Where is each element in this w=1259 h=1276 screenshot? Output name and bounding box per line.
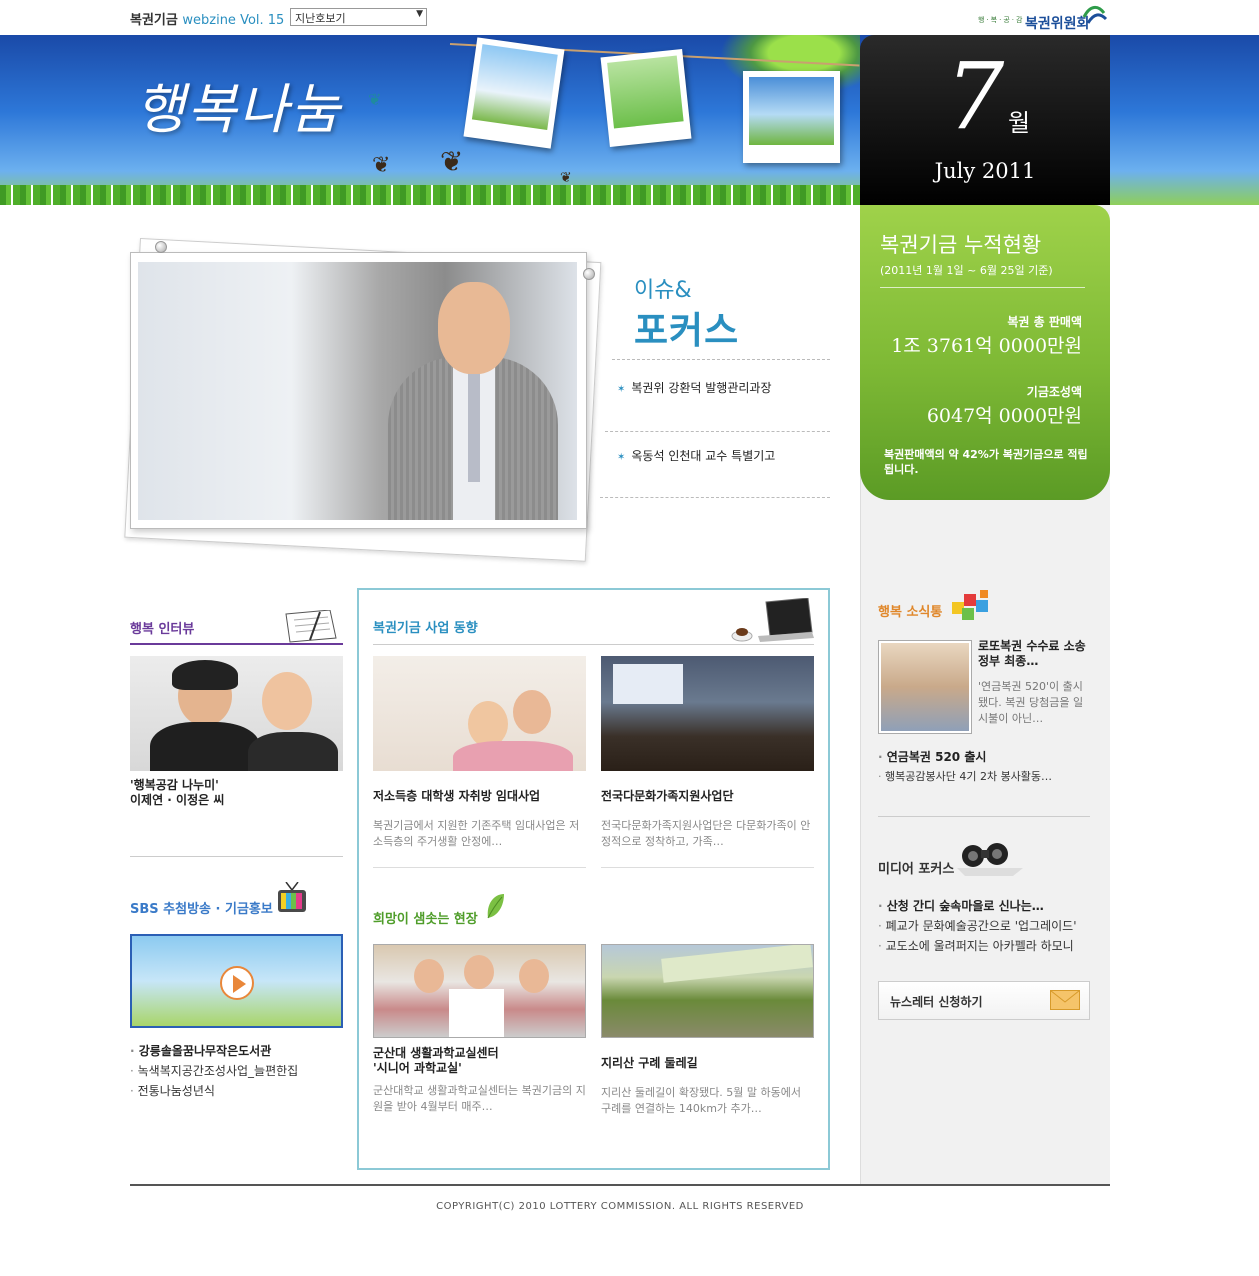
news-description: '연금복권 520'이 출시됐다. 복권 당첨금을 일시불이 아닌… [978, 680, 1084, 725]
hope-section-title[interactable]: 희망이 샘솟는 현장 [373, 908, 478, 927]
hope-item-desc: 군산대학교 생활과학교실센터는 복권기금의 지원을 받아 4월부터 매주… [373, 1084, 586, 1113]
business-item-title[interactable]: 저소득층 대학생 자취방 임대사업 [373, 787, 540, 804]
divider [601, 867, 814, 868]
brand-label: 복권기금 [130, 13, 178, 28]
business-thumbnail[interactable] [373, 656, 586, 771]
pin-icon [155, 241, 167, 253]
divider [130, 643, 343, 645]
banner-photo-3 [743, 71, 840, 163]
issue-month-number: 7 [945, 43, 1005, 150]
interview-photo[interactable] [130, 656, 343, 771]
megaphone-cubes-icon [952, 590, 988, 620]
footer-divider [130, 1184, 1110, 1186]
divider [130, 856, 343, 857]
logo-tagline: 행·복·공·감 [978, 16, 1025, 24]
news-section-title[interactable]: 행복 소식통 [878, 601, 942, 620]
business-item-desc: 전국다문화가족지원사업단은 다문화가족이 안정적으로 정착하고, 가족… [601, 819, 811, 848]
webzine-volume: webzine Vol. 15 [182, 13, 285, 28]
fund-amount-value: 6047억 0000만원 [926, 405, 1082, 427]
star-bullet-icon: ✶ [617, 452, 626, 463]
focus-section-title: 포커스 [634, 309, 740, 352]
issue-date-english: July 2011 [934, 159, 1036, 183]
logo-mark-icon [1082, 6, 1108, 24]
notebook-pen-icon [285, 610, 337, 643]
news-list-item[interactable]: · 연금복권 520 출시 [878, 748, 986, 765]
hope-thumbnail[interactable] [601, 944, 814, 1038]
issue-date-box: 7 월 July 2011 [860, 35, 1110, 205]
business-thumbnail[interactable] [601, 656, 814, 771]
butterfly-icon: ❦ [372, 153, 391, 178]
butterfly-icon: ❦ [440, 145, 464, 178]
news-list-item[interactable]: · 행복공감봉사단 4기 2차 봉사활동… [878, 768, 1052, 784]
business-item-title[interactable]: 전국다문화가족지원사업단 [601, 787, 733, 804]
issue-month-label: 월 [1008, 109, 1031, 137]
banner-photo-1 [463, 37, 565, 149]
sbs-list-item[interactable]: · 녹색복지공간조성사업_늘편한집 [130, 1062, 298, 1079]
divider [600, 497, 830, 498]
focus-photo[interactable] [138, 262, 577, 520]
play-icon[interactable] [220, 966, 254, 1000]
news-thumbnail[interactable] [878, 640, 972, 734]
fund-status-title: 복권기금 누적현황 [880, 233, 1042, 257]
sbs-section-title[interactable]: SBS 추첨방송 · 기금홍보 [130, 898, 273, 917]
interview-section-title[interactable]: 행복 인터뷰 [130, 618, 194, 637]
chevron-down-icon: ▼ [416, 9, 423, 19]
webzine-brand: 복권기금 webzine Vol. 15 [130, 9, 284, 28]
media-section-title[interactable]: 미디어 포커스 [878, 858, 954, 877]
divider [373, 644, 814, 645]
interview-caption[interactable]: '행복공감 나누미' 이제연 · 이정은 씨 [130, 778, 343, 808]
envelope-icon [1050, 990, 1080, 1010]
divider [880, 287, 1085, 288]
news-headline[interactable]: 로또복권 수수료 소송 정부 최종… [978, 639, 1090, 669]
tv-icon [278, 882, 306, 912]
divider [878, 816, 1090, 817]
fund-status-box: 복권기금 누적현황 (2011년 1월 1일 ~ 6월 25일 기준) 복권 총… [860, 205, 1110, 500]
leaf-icon [487, 894, 504, 919]
divider [373, 867, 586, 868]
back-issue-select[interactable]: 지난호보기 ▼ [290, 8, 427, 26]
media-list-item[interactable]: · 산청 간디 숲속마을로 신나는… [878, 897, 1044, 914]
laptop-icon [731, 598, 814, 642]
total-sales-label: 복권 총 판매액 [1007, 315, 1082, 329]
banner-photo-2 [600, 48, 692, 148]
media-list-item[interactable]: · 교도소에 울려퍼지는 아카펠라 하모니 [878, 937, 1074, 954]
focus-link[interactable]: ✶ 옥동석 인천대 교수 특별기고 [617, 447, 775, 464]
hope-item-desc: 지리산 둘레길이 확장됐다. 5월 말 하동에서 구례를 연결하는 140km가… [601, 1086, 802, 1115]
business-item-desc: 복권기금에서 지원한 기존주택 임대사업은 저소득층의 주거생활 안정에… [373, 819, 580, 848]
fund-amount-label: 기금조성액 [1026, 385, 1082, 399]
focus-link[interactable]: ✶ 복권위 강환덕 발행관리과장 [617, 379, 772, 396]
newsletter-label: 뉴스레터 신청하기 [890, 995, 983, 1009]
back-issue-label: 지난호보기 [295, 12, 346, 25]
copyright-text: COPYRIGHT(C) 2010 LOTTERY COMMISSION. AL… [436, 1201, 804, 1212]
divider [605, 431, 830, 432]
binoculars-icon [957, 843, 1023, 876]
grass-decoration [0, 185, 860, 205]
butterfly-icon: ❦ [368, 90, 382, 109]
butterfly-icon: ❦ [560, 170, 572, 186]
divider [612, 359, 830, 360]
business-section-title[interactable]: 복권기금 사업 동향 [373, 617, 478, 636]
hope-item-title[interactable]: 지리산 구례 둘레길 [601, 1054, 698, 1071]
sbs-list-item[interactable]: · 전통나눔성년식 [130, 1082, 215, 1099]
fund-status-period: (2011년 1월 1일 ~ 6월 25일 기준) [880, 264, 1053, 277]
banner-title: 행복나눔 [135, 78, 342, 141]
fund-note: 복권판매액의 약 42%가 복권기금으로 적립됩니다. [884, 448, 1088, 476]
pin-icon [583, 268, 595, 280]
hope-item-title[interactable]: 군산대 생활과학교실센터 '시니어 과학교실' [373, 1046, 499, 1076]
sbs-list-item[interactable]: · 강릉솔올꿈나무작은도서관 [130, 1042, 271, 1059]
total-sales-value: 1조 3761억 0000만원 [891, 335, 1082, 357]
media-list-item[interactable]: · 폐교가 문화예술공간으로 '업그레이드' [878, 917, 1077, 934]
star-bullet-icon: ✶ [617, 384, 626, 395]
hope-thumbnail[interactable] [373, 944, 586, 1038]
